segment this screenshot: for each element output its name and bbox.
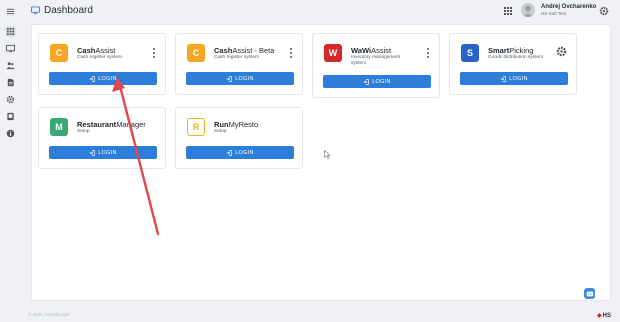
more-options-icon[interactable] <box>426 48 430 58</box>
login-label: LOGIN <box>509 75 528 82</box>
app-card-smartpicking: S SmartPicking Goods distribution system… <box>449 33 577 95</box>
app-name-rest: MyResto <box>228 120 259 129</box>
dashboard-content: C CashAssist Cash register system LOGIN … <box>31 24 611 301</box>
settings-icon[interactable] <box>5 94 16 105</box>
login-icon <box>226 149 232 156</box>
runmyresto-logo-icon: R <box>187 118 205 136</box>
app-name-rest: Manager <box>116 120 146 129</box>
wawiassist-logo-icon: W <box>324 44 342 62</box>
app-subtitle: Cash register system <box>214 55 260 60</box>
app-name-bold: WaWi <box>351 46 372 55</box>
cashassist-beta-logo-icon: C <box>187 44 205 62</box>
app-card-wawiassist: W WaWiAssist Inventory management system … <box>312 33 440 98</box>
app-name-rest: Assist - Beta <box>232 46 275 55</box>
document-icon[interactable] <box>5 77 16 88</box>
app-name: CashAssist <box>77 46 115 55</box>
app-settings-gear-icon[interactable] <box>556 46 567 57</box>
restaurantmanager-logo-icon: M <box>50 118 68 136</box>
login-button[interactable]: LOGIN <box>49 146 157 159</box>
app-card-restaurantmanager: M RestaurantManager Setup LOGIN <box>38 107 166 169</box>
login-icon <box>89 149 95 156</box>
page-title-wrap: Dashboard <box>31 5 93 16</box>
app-card-runmyresto: R RunMyResto Setup LOGIN <box>175 107 303 169</box>
app-name-bold: Restaurant <box>77 120 117 129</box>
user-name[interactable]: Andrej Ovcharenko <box>541 4 596 10</box>
menu-icon[interactable] <box>5 6 16 17</box>
app-name: WaWiAssist <box>351 46 391 55</box>
apps-grid-icon[interactable] <box>5 26 16 37</box>
app-name-bold: Run <box>214 120 229 129</box>
user-avatar-icon <box>522 5 534 17</box>
footer-copyright: © 2025, hessoft.com <box>28 312 70 317</box>
login-label: LOGIN <box>98 149 117 156</box>
app-name: RestaurantManager <box>77 120 146 129</box>
login-icon <box>363 78 369 85</box>
footer-brand-logo: ◆ HS <box>597 312 611 320</box>
login-button[interactable]: LOGIN <box>186 146 294 159</box>
app-card-cashassist: C CashAssist Cash register system LOGIN <box>38 33 166 95</box>
login-label: LOGIN <box>235 149 254 156</box>
page-title: Dashboard <box>44 5 93 16</box>
login-icon <box>500 75 506 82</box>
monitor-icon[interactable] <box>5 43 16 54</box>
app-name-bold: Cash <box>214 46 233 55</box>
app-name-rest: Assist <box>371 46 392 55</box>
users-icon[interactable] <box>5 60 16 71</box>
app-name: SmartPicking <box>488 46 533 55</box>
more-options-icon[interactable] <box>152 48 156 58</box>
settings-gear-icon[interactable] <box>599 6 609 16</box>
app-name: CashAssist - Beta <box>214 46 274 55</box>
cashassist-logo-icon: C <box>50 44 68 62</box>
login-button[interactable]: LOGIN <box>49 72 157 85</box>
brand-mark-icon: ◆ <box>597 313 602 319</box>
login-icon <box>89 75 95 82</box>
footer-brand: HS <box>602 312 611 319</box>
app-subtitle: Goods distribution system <box>488 55 544 60</box>
login-label: LOGIN <box>98 75 117 82</box>
book-icon[interactable] <box>5 111 16 122</box>
app-subtitle: Inventory management system <box>351 55 400 67</box>
info-icon[interactable] <box>5 128 16 139</box>
app-name-rest: Assist <box>95 46 116 55</box>
app-name-rest: Picking <box>509 46 534 55</box>
more-options-icon[interactable] <box>289 48 293 58</box>
app-subtitle: Setup <box>77 129 90 134</box>
mouse-cursor-icon <box>324 150 331 159</box>
top-header: Dashboard Andrej Ovcharenko HS-Soft Test <box>21 0 620 24</box>
login-button[interactable]: LOGIN <box>186 72 294 85</box>
app-name-bold: Cash <box>77 46 96 55</box>
app-card-cashassist-beta: C CashAssist - Beta Cash register system… <box>175 33 303 95</box>
app-name-bold: Smart <box>488 46 510 55</box>
app-subtitle-line1: Inventory management <box>351 55 401 60</box>
apps-launcher-icon[interactable] <box>503 6 513 16</box>
user-company: HS-Soft Test <box>541 11 567 16</box>
login-icon <box>226 75 232 82</box>
sidebar <box>0 0 21 322</box>
login-button[interactable]: LOGIN <box>323 75 431 88</box>
smartpicking-logo-icon: S <box>461 44 479 62</box>
login-label: LOGIN <box>235 75 254 82</box>
chat-support-button[interactable] <box>584 288 595 299</box>
login-button[interactable]: LOGIN <box>460 72 568 85</box>
dashboard-icon <box>31 6 40 15</box>
app-subtitle: Setup <box>214 129 227 134</box>
app-name: RunMyResto <box>214 120 258 129</box>
avatar[interactable] <box>521 3 535 17</box>
app-subtitle: Cash register system <box>77 55 123 60</box>
app-subtitle-line2: system <box>351 61 367 66</box>
chat-bot-icon <box>586 291 593 296</box>
login-label: LOGIN <box>372 78 391 85</box>
